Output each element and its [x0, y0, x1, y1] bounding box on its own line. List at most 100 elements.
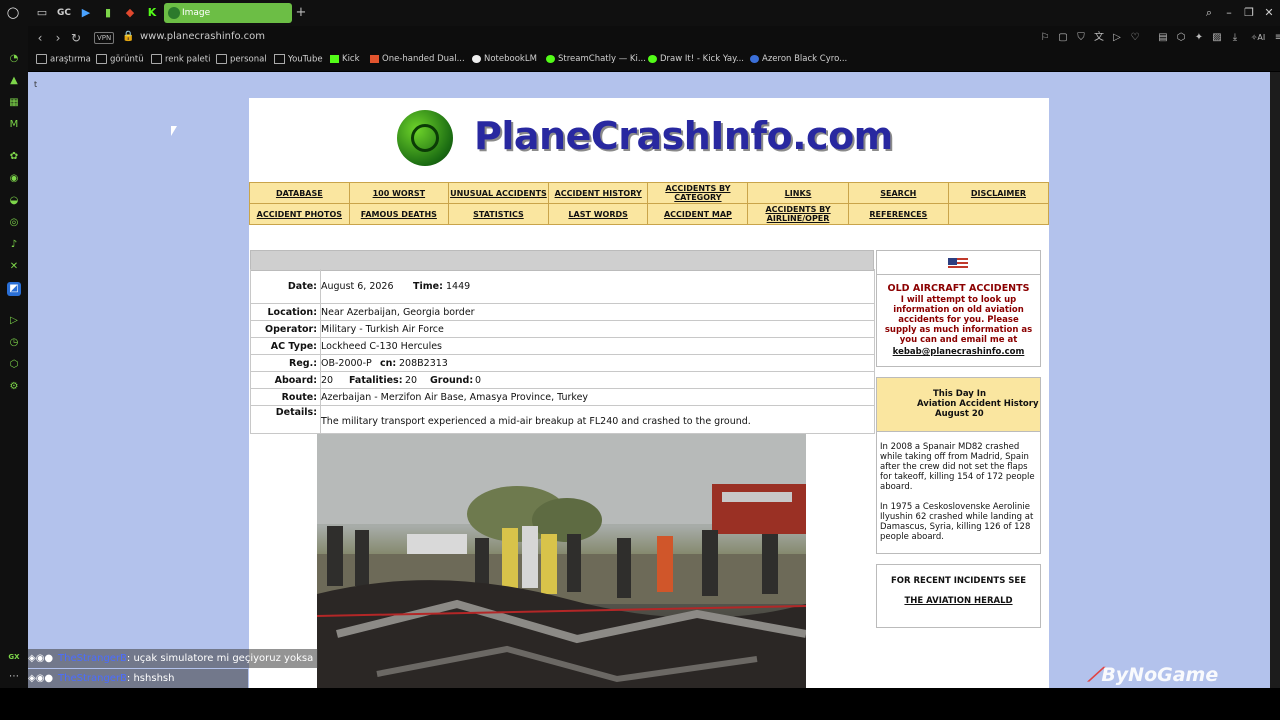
tab-icon-3[interactable]: ▶ [80, 4, 92, 22]
maximize-icon[interactable]: ❐ [1240, 4, 1258, 22]
nav-accidents-by-airline[interactable]: ACCIDENTS BY AIRLINE/OPER [747, 203, 849, 225]
back-icon[interactable]: ‹ [32, 30, 48, 46]
minimize-icon[interactable]: – [1220, 4, 1238, 22]
shield-icon[interactable]: ⛉ [1074, 31, 1088, 45]
sidebar-app-icon-2[interactable]: ▦ [7, 96, 21, 110]
active-tab[interactable]: Image [164, 3, 292, 23]
time-value: 1449 [446, 281, 471, 292]
opera-logo-icon[interactable]: ◯ [6, 4, 20, 22]
tab-icon-gc[interactable]: GC [56, 4, 72, 22]
page-content: PlaneCrashInfo.com DATABASE 100 WORST UN… [249, 98, 1050, 688]
extension-image-icon[interactable]: ▨ [1210, 31, 1224, 45]
heart-icon[interactable]: ♡ [1128, 31, 1142, 45]
ai-icon[interactable]: ✧AI [1248, 31, 1268, 45]
details-value: The military transport experienced a mid… [321, 416, 751, 427]
lock-icon[interactable]: 🔒 [122, 31, 134, 42]
discord-icon[interactable]: ◒ [7, 194, 21, 208]
history-icon[interactable]: ◷ [7, 336, 21, 350]
nav-statistics[interactable]: STATISTICS [448, 203, 549, 225]
nav-disclaimer[interactable]: DISCLAIMER [947, 182, 1050, 204]
download-icon[interactable]: ⤓ [1228, 31, 1242, 45]
cube-icon[interactable]: ⬡ [1174, 31, 1188, 45]
gx-corner-icon[interactable]: GX [7, 650, 21, 664]
bookmark-label: Draw It! - Kick Yay... [660, 54, 745, 64]
tab-icon-5[interactable]: ◆ [124, 4, 136, 22]
this-day-entry-2: In 1975 a Ceskoslovenske Aerolinie Ilyus… [880, 502, 1034, 542]
url-field[interactable]: www.planecrashinfo.com [140, 31, 265, 42]
aviation-herald-link[interactable]: THE AVIATION HERALD [877, 596, 1040, 606]
speed-dial-icon[interactable]: ◔ [7, 52, 21, 66]
bookmark-item[interactable]: Azeron Black Cyro... [750, 54, 847, 64]
snapshot-icon[interactable]: ▢ [1056, 31, 1070, 45]
stray-text: t [34, 80, 38, 89]
forward-icon[interactable]: › [50, 30, 66, 46]
sidebar-app-icon-1[interactable]: ▲ [7, 74, 21, 88]
aboard-label: Aboard: [274, 375, 317, 386]
nav-references[interactable]: REFERENCES [847, 203, 949, 225]
bookmark-folder[interactable]: personal [216, 54, 267, 65]
more-icon[interactable]: ⋯ [7, 670, 21, 684]
settings-icon[interactable]: ⚙ [7, 380, 21, 394]
sidebar-app-icon-3[interactable]: M [7, 118, 21, 132]
nav-100-worst[interactable]: 100 WORST [348, 182, 450, 204]
this-day-date: August 20 [935, 409, 984, 419]
actype-label: AC Type: [270, 341, 317, 352]
bookmark-page-icon[interactable]: ⚐ [1038, 31, 1052, 45]
nav-links[interactable]: LINKS [747, 182, 849, 204]
tab-icon-1[interactable]: ▭ [36, 4, 48, 22]
folder-icon [216, 54, 227, 64]
play-icon[interactable]: ▷ [1110, 31, 1124, 45]
details-row: Details: The military transport experien… [250, 406, 874, 437]
sidebar-app-icon-4[interactable]: ◩ [7, 282, 21, 296]
page-scrollbar[interactable] [1270, 72, 1280, 688]
nav-last-words[interactable]: LAST WORDS [547, 203, 649, 225]
chat-badges-icon: ◈◉● [28, 653, 54, 664]
bookmark-folder[interactable]: görüntü [96, 54, 144, 65]
vpn-badge[interactable]: VPN [94, 32, 115, 44]
search-icon[interactable]: ⌕ [1200, 4, 1218, 22]
page-icon[interactable]: ▤ [1156, 31, 1170, 45]
bookmark-folder[interactable]: araştırma [36, 54, 91, 65]
mouse-cursor-icon [171, 126, 177, 136]
tiktok-icon[interactable]: ♪ [7, 238, 21, 252]
translate-icon[interactable]: 文 [1092, 31, 1106, 45]
globe-logo-icon[interactable] [397, 110, 453, 166]
nav-search[interactable]: SEARCH [847, 182, 949, 204]
bookmark-item[interactable]: One-handed Dual... [370, 54, 465, 64]
bookmark-folder[interactable]: renk paleti [151, 54, 210, 65]
recent-incidents-box: FOR RECENT INCIDENTS SEE THE AVIATION HE… [876, 564, 1041, 628]
bookmark-item[interactable]: Draw It! - Kick Yay... [648, 54, 744, 64]
bookmark-label: Kick [342, 54, 360, 64]
site-title[interactable]: PlaneCrashInfo.com [474, 114, 893, 158]
bookmark-item[interactable]: StreamChatly — Ki... [546, 54, 646, 64]
nav-famous-deaths[interactable]: FAMOUS DEATHS [348, 203, 450, 225]
chatgpt-icon[interactable]: ✿ [7, 150, 21, 164]
x-icon[interactable]: ✕ [7, 260, 21, 274]
tab-icon-4[interactable]: ▮ [102, 4, 114, 22]
this-day-line1: This Day In [933, 389, 987, 399]
nav-accident-map[interactable]: ACCIDENT MAP [647, 203, 749, 225]
watermark-text: ByNoGame [1101, 664, 1219, 686]
time-label: Time: [413, 281, 443, 292]
reload-icon[interactable]: ↻ [68, 30, 84, 46]
new-tab-button[interactable]: + [294, 4, 308, 22]
menu-icon[interactable]: ≡ [1272, 31, 1280, 45]
email-link[interactable]: kebab@planecrashinfo.com [877, 347, 1040, 357]
bookmark-item[interactable]: Kick [330, 54, 360, 64]
tab-icon-kick[interactable]: K [146, 4, 158, 22]
nav-accident-photos[interactable]: ACCIDENT PHOTOS [249, 203, 350, 225]
date-value: August 6, 2026 [321, 281, 394, 292]
puzzle-icon[interactable]: ✦ [1192, 31, 1206, 45]
nav-database[interactable]: DATABASE [249, 182, 350, 204]
bookmark-item[interactable]: NotebookLM [472, 54, 537, 64]
player-icon[interactable]: ▷ [7, 314, 21, 328]
nav-accident-history[interactable]: ACCIDENT HISTORY [547, 182, 649, 204]
nav-accidents-by-category[interactable]: ACCIDENTS BY CATEGORY [647, 182, 749, 204]
instagram-icon[interactable]: ◎ [7, 216, 21, 230]
nav-unusual-accidents[interactable]: UNUSUAL ACCIDENTS [448, 182, 549, 204]
bookmark-item[interactable]: YouTube [274, 54, 323, 65]
close-icon[interactable]: ✕ [1260, 4, 1278, 22]
whatsapp-icon[interactable]: ◉ [7, 172, 21, 186]
extensions-icon[interactable]: ⬡ [7, 358, 21, 372]
bookmark-label: NotebookLM [484, 54, 537, 64]
